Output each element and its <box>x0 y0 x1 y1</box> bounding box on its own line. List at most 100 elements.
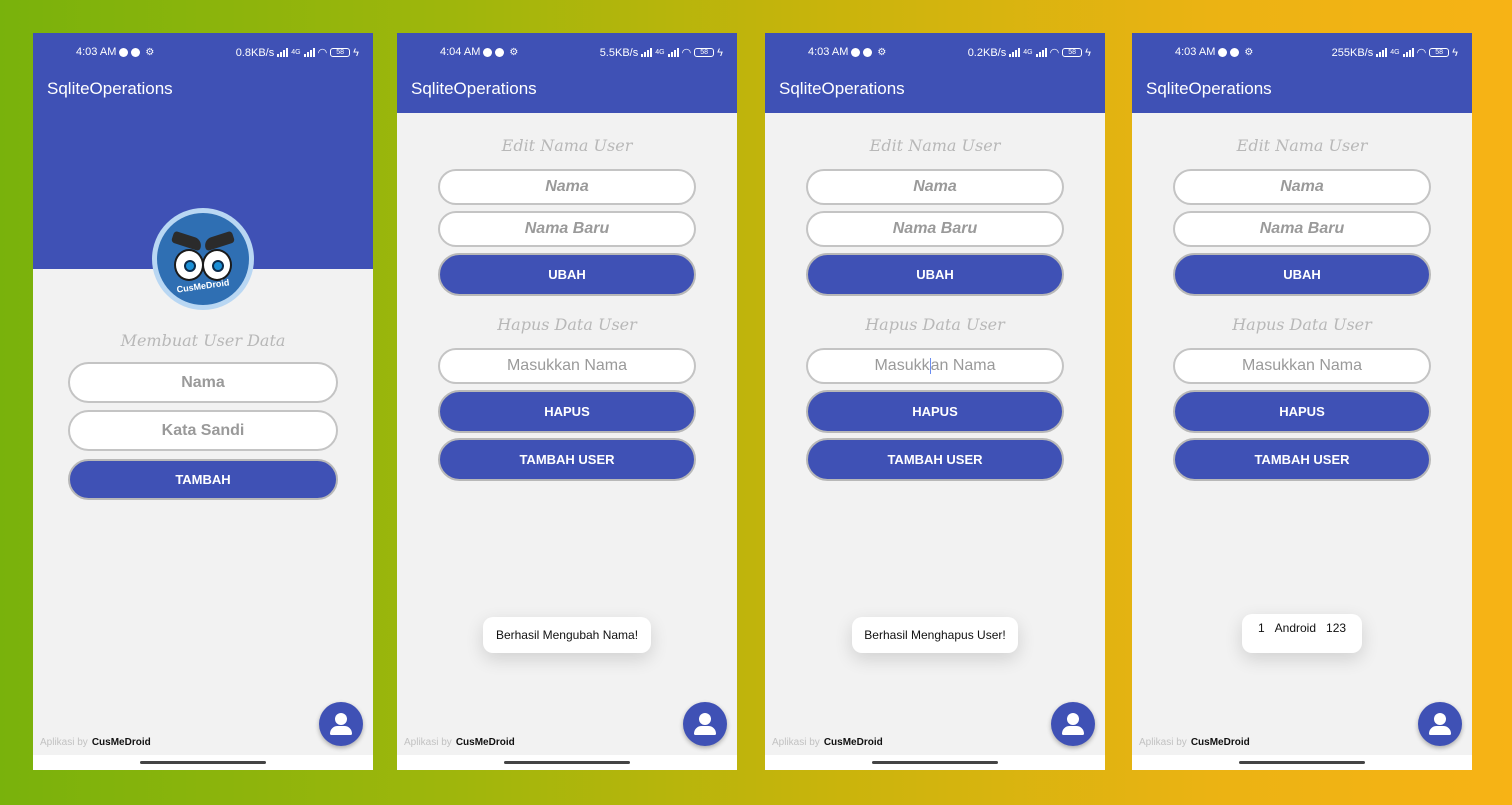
notification-icon <box>119 47 129 57</box>
battery-icon: 58 <box>1062 48 1083 57</box>
person-icon <box>1067 713 1079 725</box>
delete-name-input[interactable]: Masukkan Nama <box>438 348 696 384</box>
gesture-nav-bar <box>33 755 373 770</box>
notification-icon <box>483 47 493 57</box>
logo-wordmark: CusMeDroid <box>176 277 230 295</box>
user-fab-button[interactable] <box>1418 702 1462 746</box>
notification-icon <box>851 47 861 57</box>
status-bar: 4:03 AM ⚙ 0.8KB/s 4G ◠ 58 ϟ <box>33 33 373 71</box>
wifi-icon: ◠ <box>1049 47 1060 59</box>
home-indicator[interactable] <box>1239 761 1365 764</box>
network-speed: 0.8KB/s <box>235 46 275 59</box>
charging-icon: ϟ <box>717 46 723 59</box>
wifi-icon: ◠ <box>317 47 328 59</box>
notification-icon <box>1230 47 1240 57</box>
status-time: 4:03 AM <box>76 46 117 58</box>
delete-user-title: Hapus Data User <box>865 315 1005 334</box>
signal-icon <box>1009 48 1021 57</box>
phone-screen-edit-user: 4:04 AM ⚙ 5.5KB/s 4G ◠ 58 ϟ SqliteOperations … <box>397 33 737 770</box>
edit-user-title: Edit Nama User <box>869 136 1001 155</box>
status-time: 4:03 AM <box>1175 46 1216 58</box>
create-user-title: Membuat User Data <box>120 331 286 350</box>
network-speed: 255KB/s <box>1331 46 1374 59</box>
placeholder-text: Masukk <box>874 357 930 374</box>
app-bar-title: SqliteOperations <box>397 71 737 113</box>
delete-user-title: Hapus Data User <box>497 315 637 334</box>
name-input[interactable]: Nama <box>438 169 696 205</box>
gesture-nav-bar <box>765 755 1105 770</box>
gesture-nav-bar <box>1132 755 1472 770</box>
footer-credit: Aplikasi by CusMeDroid <box>404 737 515 748</box>
footer-credit: Aplikasi by CusMeDroid <box>772 737 883 748</box>
user-fab-button[interactable] <box>319 702 363 746</box>
user-name: Android <box>1274 621 1317 635</box>
gesture-nav-bar <box>397 755 737 770</box>
status-bar: 4:03 AM ⚙ 255KB/s 4G ◠ 58 ϟ <box>1132 33 1472 71</box>
add-button[interactable]: TAMBAH <box>68 459 338 500</box>
wifi-icon: ◠ <box>681 47 692 59</box>
signal-icon <box>1376 48 1388 57</box>
settings-gear-icon: ⚙ <box>1244 46 1254 58</box>
charging-icon: ϟ <box>353 46 359 59</box>
new-name-input[interactable]: Nama Baru <box>1173 211 1431 247</box>
settings-gear-icon: ⚙ <box>877 46 887 58</box>
change-button[interactable]: UBAH <box>1173 253 1431 296</box>
person-icon <box>1434 713 1446 725</box>
network-type: 4G <box>1023 49 1033 56</box>
charging-icon: ϟ <box>1085 46 1091 59</box>
name-input[interactable]: Nama <box>806 169 1064 205</box>
new-name-input[interactable]: Nama Baru <box>438 211 696 247</box>
notification-icon <box>1218 47 1228 57</box>
delete-name-input[interactable]: Masukkan Nama <box>1173 348 1431 384</box>
network-speed: 5.5KB/s <box>599 46 639 59</box>
app-logo: CusMeDroid <box>152 208 254 310</box>
password-input[interactable]: Kata Sandi <box>68 410 338 451</box>
home-indicator[interactable] <box>872 761 998 764</box>
placeholder-text: an Nama <box>930 357 996 374</box>
edit-user-title: Edit Nama User <box>1236 136 1368 155</box>
user-password: 123 <box>1326 621 1347 635</box>
signal-icon <box>303 48 315 57</box>
notification-icon <box>863 47 873 57</box>
user-id: 1 <box>1257 621 1265 635</box>
home-indicator[interactable] <box>140 761 266 764</box>
name-input[interactable]: Nama <box>68 362 338 403</box>
app-bar-title: SqliteOperations <box>1132 71 1472 113</box>
person-icon <box>699 713 711 725</box>
change-button[interactable]: UBAH <box>438 253 696 296</box>
signal-icon <box>641 48 653 57</box>
network-type: 4G <box>291 49 301 56</box>
phone-screen-show-user: 4:03 AM ⚙ 255KB/s 4G ◠ 58 ϟ SqliteOperations … <box>1132 33 1472 770</box>
add-user-button[interactable]: TAMBAH USER <box>806 438 1064 481</box>
battery-icon: 58 <box>1429 48 1450 57</box>
delete-user-title: Hapus Data User <box>1232 315 1372 334</box>
notification-icon <box>131 47 141 57</box>
status-bar: 4:03 AM ⚙ 0.2KB/s 4G ◠ 58 ϟ <box>765 33 1105 71</box>
new-name-input[interactable]: Nama Baru <box>806 211 1064 247</box>
delete-button[interactable]: HAPUS <box>806 390 1064 433</box>
status-time: 4:04 AM <box>440 46 481 58</box>
footer-credit: Aplikasi by CusMeDroid <box>1139 737 1250 748</box>
battery-icon: 58 <box>330 48 351 57</box>
add-user-button[interactable]: TAMBAH USER <box>438 438 696 481</box>
status-time: 4:03 AM <box>808 46 849 58</box>
network-type: 4G <box>655 49 665 56</box>
delete-name-input[interactable]: Masukkan Nama <box>806 348 1064 384</box>
charging-icon: ϟ <box>1452 46 1458 59</box>
name-input[interactable]: Nama <box>1173 169 1431 205</box>
edit-user-title: Edit Nama User <box>501 136 633 155</box>
home-indicator[interactable] <box>504 761 630 764</box>
signal-icon <box>1035 48 1047 57</box>
settings-gear-icon: ⚙ <box>145 46 155 58</box>
change-button[interactable]: UBAH <box>806 253 1064 296</box>
battery-icon: 58 <box>694 48 715 57</box>
app-bar-title: SqliteOperations <box>33 71 373 113</box>
add-user-button[interactable]: TAMBAH USER <box>1173 438 1431 481</box>
person-icon <box>335 713 347 725</box>
signal-icon <box>277 48 289 57</box>
user-fab-button[interactable] <box>683 702 727 746</box>
user-fab-button[interactable] <box>1051 702 1095 746</box>
delete-button[interactable]: HAPUS <box>438 390 696 433</box>
delete-button[interactable]: HAPUS <box>1173 390 1431 433</box>
signal-icon <box>667 48 679 57</box>
